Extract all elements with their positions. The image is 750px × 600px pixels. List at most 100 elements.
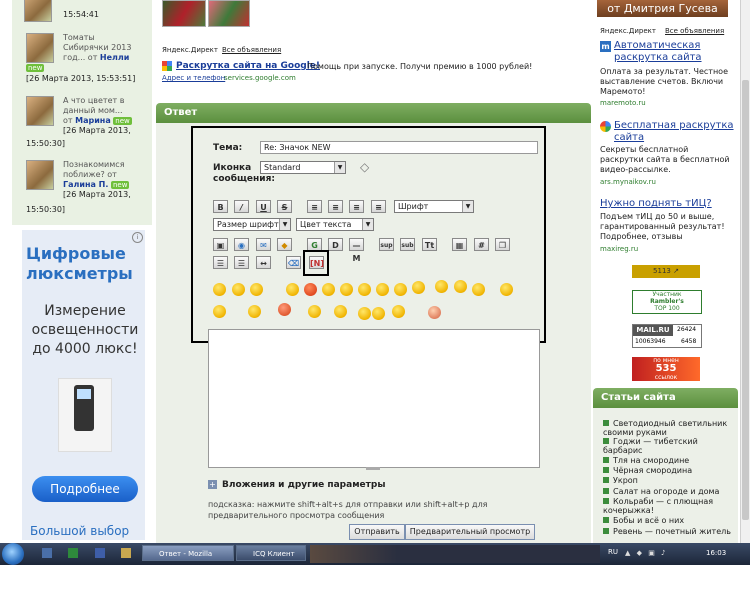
smiley-icon[interactable] [454, 280, 467, 293]
smiley-icon[interactable] [250, 283, 263, 296]
smiley-icon[interactable] [278, 303, 291, 316]
article-link[interactable]: Кольраби — с плющная кочерыжка! [603, 497, 733, 515]
comment-item[interactable]: Томаты Сибирячки 2013 год... от Нелли [63, 33, 153, 63]
taskbar-item-icq[interactable]: ICQ Клиент [236, 545, 306, 561]
align-right-button[interactable]: ≡ [349, 200, 364, 213]
smiley-icon[interactable] [500, 283, 513, 296]
article-link[interactable]: Бобы и всё о них [603, 516, 733, 525]
font-color-select[interactable]: Цвет текста ▼ [296, 218, 374, 231]
smiley-icon[interactable] [213, 305, 226, 318]
smiley-icon[interactable] [213, 283, 226, 296]
font-select[interactable]: Шрифт ▼ [394, 200, 474, 213]
page-scrollbar[interactable] [740, 0, 750, 543]
links-counter[interactable]: по мнен 535 ссылок [632, 357, 700, 381]
ad-title-link[interactable]: Бесплатная раскрутка сайта [614, 120, 734, 144]
comment-author[interactable]: Галина П. [63, 180, 108, 189]
avatar[interactable] [26, 160, 54, 190]
article-link[interactable]: Чёрная смородина [603, 466, 733, 475]
quicklaunch-icon[interactable] [68, 548, 78, 558]
align-left-button[interactable]: ≡ [307, 200, 322, 213]
ad-details-button[interactable]: Подробнее [32, 476, 138, 502]
smiley-icon[interactable] [428, 306, 441, 319]
smiley-icon[interactable] [304, 283, 317, 296]
comment-item[interactable]: А что цветет в данный мом... от Марина n… [63, 96, 153, 136]
subject-input[interactable]: Re: Значок NEW [260, 141, 538, 154]
message-textarea[interactable] [208, 329, 540, 468]
ad-title-link[interactable]: Нужно поднять тИЦ? [600, 198, 732, 210]
smiley-icon[interactable] [435, 280, 448, 293]
icon-select[interactable]: Standard ▼ [260, 161, 346, 174]
clock[interactable]: 16:03 [706, 549, 726, 557]
smiley-icon[interactable] [392, 305, 405, 318]
horizontal-rule-button[interactable]: ↔ [256, 256, 271, 269]
remove-format-button[interactable]: ⌫ [286, 256, 301, 269]
photo-thumb[interactable] [208, 0, 250, 27]
underline-button[interactable]: U [256, 200, 271, 213]
comment-author[interactable]: Марина [75, 116, 111, 125]
comment-author[interactable]: Нелли [100, 53, 129, 62]
smiley-icon[interactable] [322, 283, 335, 296]
italic-button[interactable]: / [234, 200, 249, 213]
smiley-icon[interactable] [376, 283, 389, 296]
smiley-icon[interactable] [358, 283, 371, 296]
new-badge-button[interactable]: [N] [309, 256, 324, 269]
strike-button[interactable]: S [277, 200, 292, 213]
language-indicator[interactable]: RU [608, 548, 618, 556]
quote-button[interactable]: ❐ [495, 238, 510, 251]
avatar[interactable] [24, 0, 52, 22]
article-link[interactable]: Годжи — тибетский барбарис [603, 437, 733, 455]
email-button[interactable]: ✉ [256, 238, 271, 251]
textarea-resize-handle[interactable] [366, 467, 380, 470]
smiley-icon[interactable] [334, 305, 347, 318]
attachments-toggle[interactable]: Вложения и другие параметры [222, 480, 385, 490]
yandex-direct-label[interactable]: Яндекс.Директ [600, 27, 656, 35]
smiley-icon[interactable] [412, 281, 425, 294]
ad-title-link[interactable]: Автоматическая раскрутка сайта [614, 40, 734, 64]
font-size-select[interactable]: Размер шрифта ▼ [213, 218, 291, 231]
smiley-icon[interactable] [232, 283, 245, 296]
preview-button[interactable]: Предварительный просмотр [405, 524, 535, 540]
smiley-icon[interactable] [340, 283, 353, 296]
smiley-icon[interactable] [372, 307, 385, 320]
smiley-icon[interactable] [394, 283, 407, 296]
link-button[interactable]: ◉ [234, 238, 249, 251]
article-link[interactable]: Салат на огороде и дома [603, 487, 733, 496]
align-center-button[interactable]: ≡ [328, 200, 343, 213]
all-ads-link[interactable]: Все объявления [222, 46, 281, 54]
avatar[interactable] [26, 96, 54, 126]
avatar[interactable] [26, 33, 54, 63]
subscript-button[interactable]: sub [400, 238, 415, 251]
article-link[interactable]: Тля на смородине [603, 456, 733, 465]
teletype-button[interactable]: Tt [422, 238, 437, 251]
ad-link[interactable]: Раскрутка сайта на Google! [176, 61, 320, 71]
table-button[interactable]: ▦ [452, 238, 467, 251]
smiley-icon[interactable] [308, 305, 321, 318]
photo-thumb[interactable] [162, 0, 206, 27]
article-link[interactable]: Укроп [603, 476, 733, 485]
justify-button[interactable]: ≡ [371, 200, 386, 213]
counter-badge[interactable]: 5113 ↗ [632, 265, 700, 278]
quicklaunch-icon[interactable] [121, 548, 131, 558]
tray-icons[interactable]: ▲ ◆ ▣ ♪ [625, 549, 685, 558]
image-button[interactable]: ▣ [213, 238, 228, 251]
bullet-list-button[interactable]: ☰ [213, 256, 228, 269]
code-button[interactable]: # [474, 238, 489, 251]
smiley-icon[interactable] [286, 283, 299, 296]
superscript-button[interactable]: sup [379, 238, 394, 251]
mailru-counter[interactable]: MAIL.RU 26424 10063946 6458 [632, 324, 702, 348]
comment-item[interactable]: Познакомимся поближе? от Галина П. new [… [63, 160, 153, 200]
quicklaunch-icon[interactable] [95, 548, 105, 558]
rambler-counter[interactable]: Участник Rambler's TOP 100 [632, 290, 702, 314]
shadow-button[interactable]: D [328, 238, 343, 251]
top-banner[interactable]: от Дмитрия Гусева [597, 0, 728, 17]
left-ad-banner[interactable]: i Цифровые люксметры Измерение освещенно… [22, 230, 145, 540]
quicklaunch-icon[interactable] [42, 548, 52, 558]
article-link[interactable]: Ревень — почетный житель [603, 527, 733, 536]
smiley-icon[interactable] [472, 283, 485, 296]
send-button[interactable]: Отправить [349, 524, 405, 540]
ftp-button[interactable]: ◆ [277, 238, 292, 251]
all-ads-link[interactable]: Все объявления [665, 27, 724, 35]
article-link[interactable]: Светодиодный светильник своими руками [603, 419, 733, 437]
start-button[interactable] [2, 543, 24, 565]
taskbar-item-firefox[interactable]: Ответ - Mozilla Firefox [142, 545, 234, 574]
